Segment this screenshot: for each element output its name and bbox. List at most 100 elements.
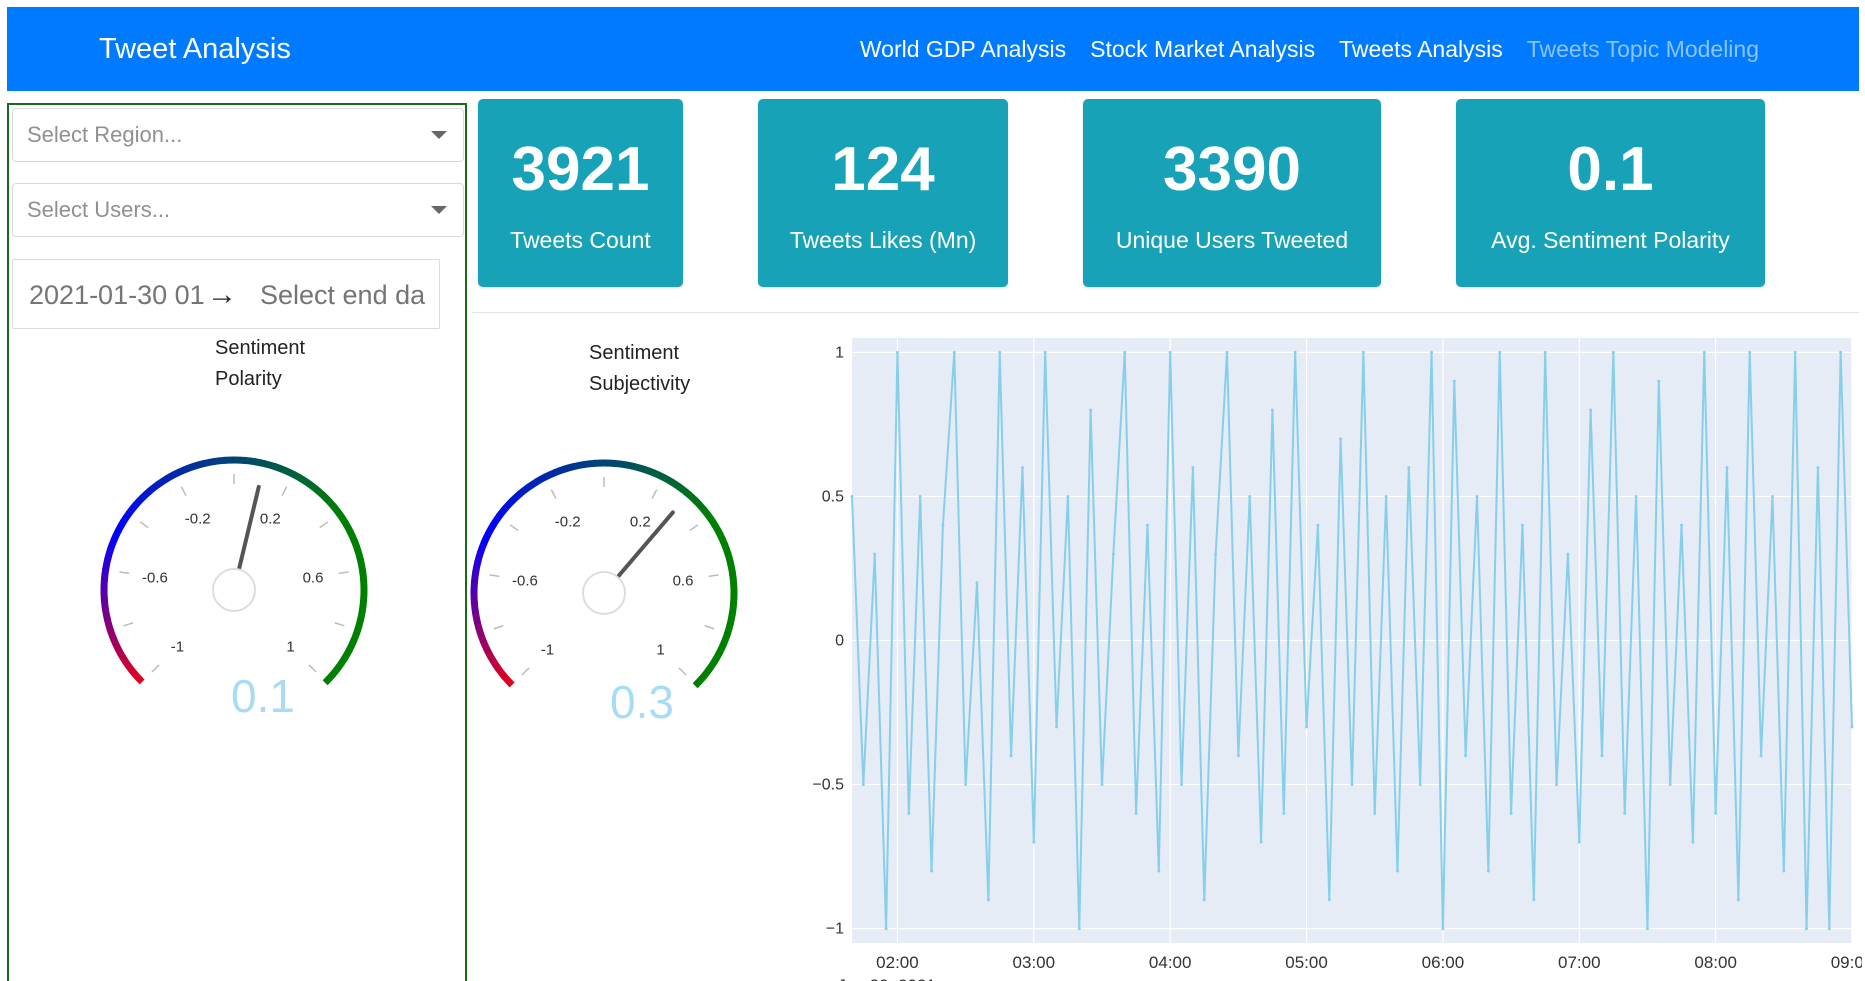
start-date-input[interactable]: 2021-01-30 01 bbox=[29, 260, 205, 328]
data-point bbox=[1020, 466, 1024, 470]
kpi-value: 124 bbox=[831, 135, 935, 204]
polarity-title-line2: Polarity bbox=[215, 368, 282, 390]
polarity-gauge-arc-segment bbox=[102, 557, 112, 571]
data-point bbox=[1702, 350, 1706, 354]
subjectivity-title-line1: Sentiment bbox=[589, 342, 680, 364]
end-date-input[interactable]: Select end da bbox=[260, 260, 425, 328]
region-dropdown[interactable]: Select Region... bbox=[12, 108, 464, 162]
polarity-gauge-tick bbox=[319, 521, 329, 529]
users-dropdown[interactable]: Select Users... bbox=[12, 183, 464, 237]
kpi-label: Tweets Likes (Mn) bbox=[789, 227, 977, 253]
data-point bbox=[1270, 408, 1274, 412]
subjectivity-gauge-arc-segment bbox=[470, 601, 480, 614]
polarity-gauge-tick-label: 0.2 bbox=[260, 511, 281, 528]
data-point bbox=[1214, 552, 1218, 556]
data-point bbox=[1850, 725, 1854, 729]
subjectivity-gauge-value: 0.3 bbox=[610, 676, 674, 728]
subjectivity-gauge-arc-segment bbox=[652, 469, 666, 481]
chevron-down-icon[interactable] bbox=[431, 206, 447, 214]
polarity-gauge-arc-segment bbox=[341, 520, 354, 534]
subjectivity-gauge-tick-label: -0.2 bbox=[555, 514, 581, 531]
polarity-gauge-tick-label: -0.6 bbox=[142, 569, 168, 586]
arrow-right-icon: → bbox=[207, 278, 237, 311]
subjectivity-gauge-tick bbox=[550, 489, 557, 499]
subjectivity-gauge-arc-segment bbox=[525, 478, 539, 491]
x-tick-label: 02:00 bbox=[876, 953, 919, 972]
polarity-gauge-arc-segment bbox=[346, 638, 358, 652]
nav-link-world-gdp[interactable]: World GDP Analysis bbox=[860, 36, 1066, 63]
data-point bbox=[1259, 840, 1263, 844]
polarity-gauge-tick bbox=[281, 486, 288, 496]
polarity-gauge-arc-segment bbox=[350, 538, 362, 552]
subjectivity-gauge-arc-segment bbox=[476, 631, 488, 645]
subjectivity-gauge-arc-segment bbox=[472, 560, 482, 574]
data-point bbox=[1043, 350, 1047, 354]
subjectivity-gauge-arc-segment bbox=[501, 674, 515, 688]
data-point bbox=[1600, 754, 1604, 758]
data-point bbox=[1680, 523, 1684, 527]
data-point bbox=[1066, 494, 1070, 498]
subjectivity-gauge-tick bbox=[708, 574, 719, 578]
subjectivity-gauge-tick-label: 1 bbox=[656, 642, 664, 659]
y-tick-label: −1 bbox=[826, 921, 844, 938]
subjectivity-gauge-arc-segment bbox=[495, 666, 508, 680]
data-point bbox=[1191, 466, 1195, 470]
x-tick-label: 05:00 bbox=[1285, 953, 1328, 972]
subjectivity-gauge-title: Sentiment Subjectivity bbox=[589, 338, 690, 400]
subjectivity-gauge-arc-segment bbox=[474, 550, 485, 564]
polarity-title-line1: Sentiment bbox=[215, 337, 306, 359]
data-point bbox=[861, 783, 865, 787]
data-point bbox=[941, 523, 945, 527]
polarity-gauge-arc-segment bbox=[356, 609, 366, 623]
data-point bbox=[1100, 783, 1104, 787]
kpi-card-avg-polarity: 0.1 Avg. Sentiment Polarity bbox=[1456, 99, 1765, 287]
subjectivity-gauge-arc-segment bbox=[484, 649, 497, 663]
nav-link-topic-modeling[interactable]: Tweets Topic Modeling bbox=[1527, 36, 1759, 63]
data-point bbox=[1782, 869, 1786, 873]
app-brand[interactable]: Tweet Analysis bbox=[99, 7, 291, 91]
subjectivity-gauge-arc-segment bbox=[706, 514, 719, 528]
data-point bbox=[1123, 350, 1127, 354]
data-point bbox=[1464, 754, 1468, 758]
polarity-gauge-arc-segment bbox=[114, 646, 127, 660]
subjectivity-gauge-arc-segment bbox=[490, 513, 503, 527]
polarity-gauge-arc-segment bbox=[341, 647, 353, 661]
subjectivity-gauge-arc-segment bbox=[716, 532, 728, 546]
data-point bbox=[1180, 783, 1184, 787]
kpi-label: Avg. Sentiment Polarity bbox=[1491, 227, 1730, 253]
subjectivity-gauge-arc-segment bbox=[686, 491, 700, 505]
data-point bbox=[1532, 898, 1536, 902]
data-point bbox=[850, 494, 854, 498]
subjectivity-gauge-arc-segment bbox=[543, 469, 557, 481]
data-point bbox=[1475, 494, 1479, 498]
subjectivity-gauge-arc-segment bbox=[477, 540, 488, 554]
data-point bbox=[1168, 350, 1172, 354]
data-point bbox=[1145, 523, 1149, 527]
kpi-card-tweets-likes: 124 Tweets Likes (Mn) bbox=[758, 99, 1008, 287]
data-point bbox=[1293, 350, 1297, 354]
polarity-gauge-arc-segment bbox=[291, 471, 305, 483]
subjectivity-gauge-arc-segment bbox=[562, 462, 576, 473]
polarity-gauge-arc-segment bbox=[358, 569, 368, 582]
polarity-gauge-arc-segment bbox=[173, 466, 187, 478]
subjectivity-gauge-arc-segment bbox=[509, 490, 523, 504]
kpi-label: Unique Users Tweeted bbox=[1115, 227, 1349, 253]
polarity-gauge-arc-segment bbox=[110, 528, 122, 542]
polarity-gauge-tick-label: -0.2 bbox=[185, 511, 211, 528]
polarity-gauge-arc-segment bbox=[125, 663, 138, 677]
polarity-gauge-tick-label: 1 bbox=[286, 639, 294, 656]
polarity-gauge-value: 0.1 bbox=[231, 670, 295, 722]
data-point bbox=[1089, 408, 1093, 412]
polarity-gauge-arc-segment bbox=[182, 462, 196, 474]
polarity-gauge-arc-segment bbox=[132, 494, 146, 508]
polarity-gauge-arc-segment bbox=[243, 456, 257, 466]
data-point bbox=[1691, 840, 1695, 844]
chevron-down-icon[interactable] bbox=[431, 131, 447, 139]
data-point bbox=[1577, 840, 1581, 844]
data-point bbox=[1111, 552, 1115, 556]
polarity-gauge-arc-segment bbox=[164, 470, 178, 483]
polarity-gauge-arc-segment bbox=[253, 458, 267, 468]
nav-link-tweets-analysis[interactable]: Tweets Analysis bbox=[1339, 36, 1503, 63]
nav-link-stock-market[interactable]: Stock Market Analysis bbox=[1090, 36, 1315, 63]
data-point bbox=[1441, 927, 1445, 931]
